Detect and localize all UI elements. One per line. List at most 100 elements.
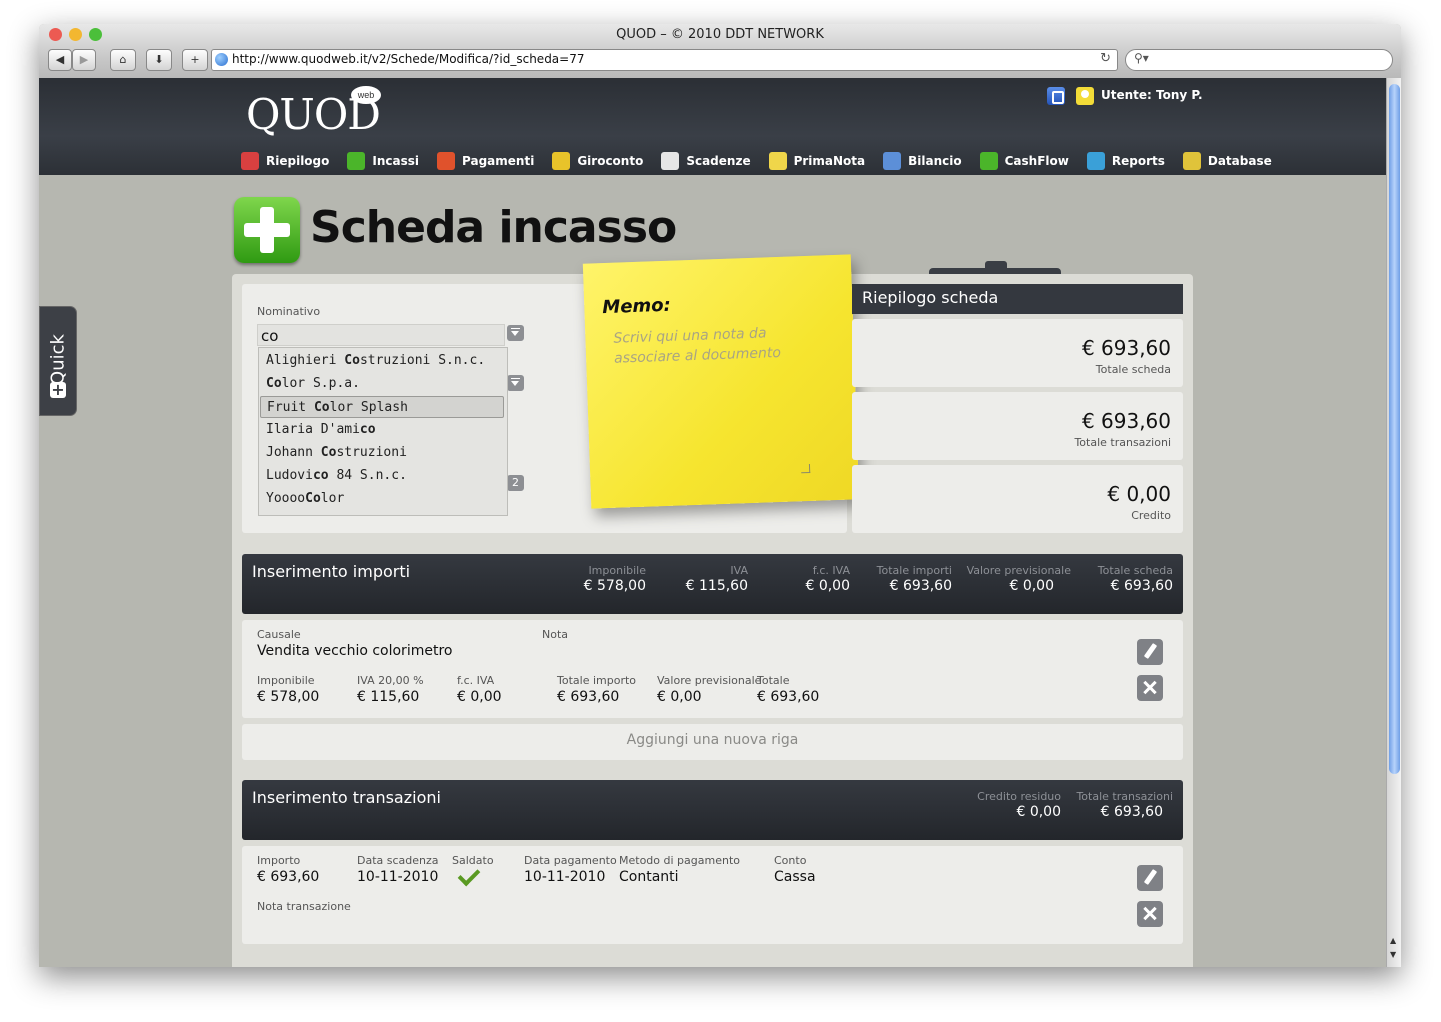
memo-textarea[interactable]: Scrivi qui una nota da associare al docu… [613,321,834,369]
total-value: € 693,60 [1100,804,1163,820]
nominativo-label: Nominativo [257,305,321,318]
item-match: Co [313,400,330,415]
nav-pagamenti[interactable]: Pagamenti [437,152,534,170]
riepilogo-header: Riepilogo scheda [852,284,1183,314]
browser-search-field[interactable]: ⚲▾ [1125,49,1393,71]
lock-icon[interactable] [1047,87,1065,105]
pagamenti-minus-icon [437,152,456,170]
nav-incassi[interactable]: Incassi [347,152,419,170]
metodo-pagamento-label: Metodo di pagamento [619,854,740,867]
back-button[interactable]: ◀ [48,49,72,71]
data-pagamento-label: Data pagamento [524,854,617,867]
logo-web-badge: web [351,86,381,104]
main-nav: Riepilogo Incassi Pagamenti Giroconto Sc… [241,152,1290,170]
scroll-down-arrow-icon[interactable]: ▼ [1390,950,1396,959]
iva-label: IVA 20,00 % [357,674,424,687]
total-value: € 0,00 [1009,578,1054,594]
item-match: Co [266,376,282,391]
delete-importo-button[interactable] [1137,675,1163,701]
chart-icon [979,152,998,170]
totale-value: € 693,60 [757,689,820,705]
add-row-button[interactable]: Aggiungi una nuova riga [242,724,1183,760]
nav-riepilogo[interactable]: Riepilogo [241,152,329,170]
scroll-up-arrow-icon[interactable]: ▲ [1390,936,1396,945]
total-label: Valore previsionale [966,564,1071,577]
nominativo-dropdown-icon[interactable] [507,325,524,341]
calendar-icon [661,152,680,170]
item-text: Alighieri [266,353,345,368]
causale-label: Causale [257,628,301,641]
total-label: Totale scheda [1097,564,1173,577]
transazioni-title: Inserimento transazioni [252,788,441,807]
nav-primanota[interactable]: PrimaNota [768,152,865,170]
nav-giroconto[interactable]: Giroconto [552,152,643,170]
totale-transazioni-card: € 693,60 Totale transazioni [852,392,1183,460]
iva-value: € 115,60 [357,689,420,705]
item-text: Ilaria D'ami [266,422,360,437]
nav-reports[interactable]: Reports [1086,152,1165,170]
bilancio-icon [883,152,902,170]
item-match: Co [305,491,321,506]
causale-value: Vendita vecchio colorimetro [257,643,453,659]
nav-cashflow[interactable]: CashFlow [979,152,1069,170]
item-text: struzioni [336,445,407,460]
total-label: Totale importi [876,564,952,577]
incassi-plus-icon [347,152,366,170]
nav-label: Incassi [372,154,420,168]
metodo-pagamento-value: Contanti [619,869,679,885]
item-match: Co [344,353,360,368]
edit-transazione-button[interactable] [1137,865,1163,891]
item-text: lor S.p.a. [281,376,360,391]
total-value: € 115,60 [685,578,748,594]
secondary-dropdown-icon[interactable] [507,375,524,391]
nota-label: Nota [542,628,569,641]
memo-sticky-note[interactable]: Memo: Scrivi qui una nota da associare a… [582,254,860,509]
nominativo-input[interactable]: co [257,324,505,346]
reload-icon[interactable]: ↻ [1100,51,1111,66]
total-value: € 578,00 [583,578,646,594]
edit-importo-button[interactable] [1137,639,1163,665]
total-value: € 693,60 [889,578,952,594]
autocomplete-item[interactable]: Ludovico 84 S.n.c. [260,465,504,487]
date-picker-icon[interactable]: 2 [507,475,524,491]
resize-grip-icon[interactable] [800,463,811,474]
total-label: IVA [730,564,748,577]
note-icon [768,152,787,170]
conto-value: Cassa [774,869,816,885]
nav-label: Reports [1111,154,1165,168]
user-icon[interactable] [1076,87,1094,105]
add-bookmark-button[interactable]: + [182,49,208,71]
fc-iva-value: € 0,00 [457,689,502,705]
scrollbar-thumb[interactable] [1389,84,1400,774]
address-url: http://www.quodweb.it/v2/Schede/Modifica… [232,52,585,66]
downloads-button[interactable]: ⬇ [146,49,172,71]
nav-scadenze[interactable]: Scadenze [661,152,751,170]
reports-icon [1086,152,1105,170]
autocomplete-item[interactable]: Alighieri Costruzioni S.n.c. [260,350,504,372]
nav-label: Scadenze [686,154,751,168]
nav-bilancio[interactable]: Bilancio [883,152,962,170]
delete-transazione-button[interactable] [1137,901,1163,927]
page-scrollbar[interactable]: ▲ ▼ [1386,78,1401,967]
home-button[interactable]: ⌂ [110,49,136,71]
autocomplete-item-selected[interactable]: Fruit Color Splash [260,396,504,418]
quick-tab[interactable]: Quick + [39,306,77,416]
database-icon [1182,152,1201,170]
imponibile-value: € 578,00 [257,689,320,705]
autocomplete-item[interactable]: YooooColor [260,488,504,510]
importo-label: Importo [257,854,301,867]
autocomplete-item[interactable]: Ilaria D'amico [260,419,504,441]
nav-database[interactable]: Database [1182,152,1272,170]
item-text: lor [320,491,345,506]
user-label[interactable]: Utente: Tony P. [1101,88,1203,102]
autocomplete-list: Alighieri Costruzioni S.n.c. Color S.p.a… [258,347,508,516]
fc-iva-label: f.c. IVA [457,674,495,687]
totale-importo-value: € 693,60 [557,689,620,705]
autocomplete-item[interactable]: Johann Costruzioni [260,442,504,464]
address-bar[interactable]: http://www.quodweb.it/v2/Schede/Modifica… [211,49,1118,71]
total-label: Credito residuo [977,790,1061,803]
autocomplete-item[interactable]: Color S.p.a. [260,373,504,395]
totale-label: Totale [757,674,790,687]
forward-button[interactable]: ▶ [72,49,96,71]
nav-label: Giroconto [577,154,644,168]
